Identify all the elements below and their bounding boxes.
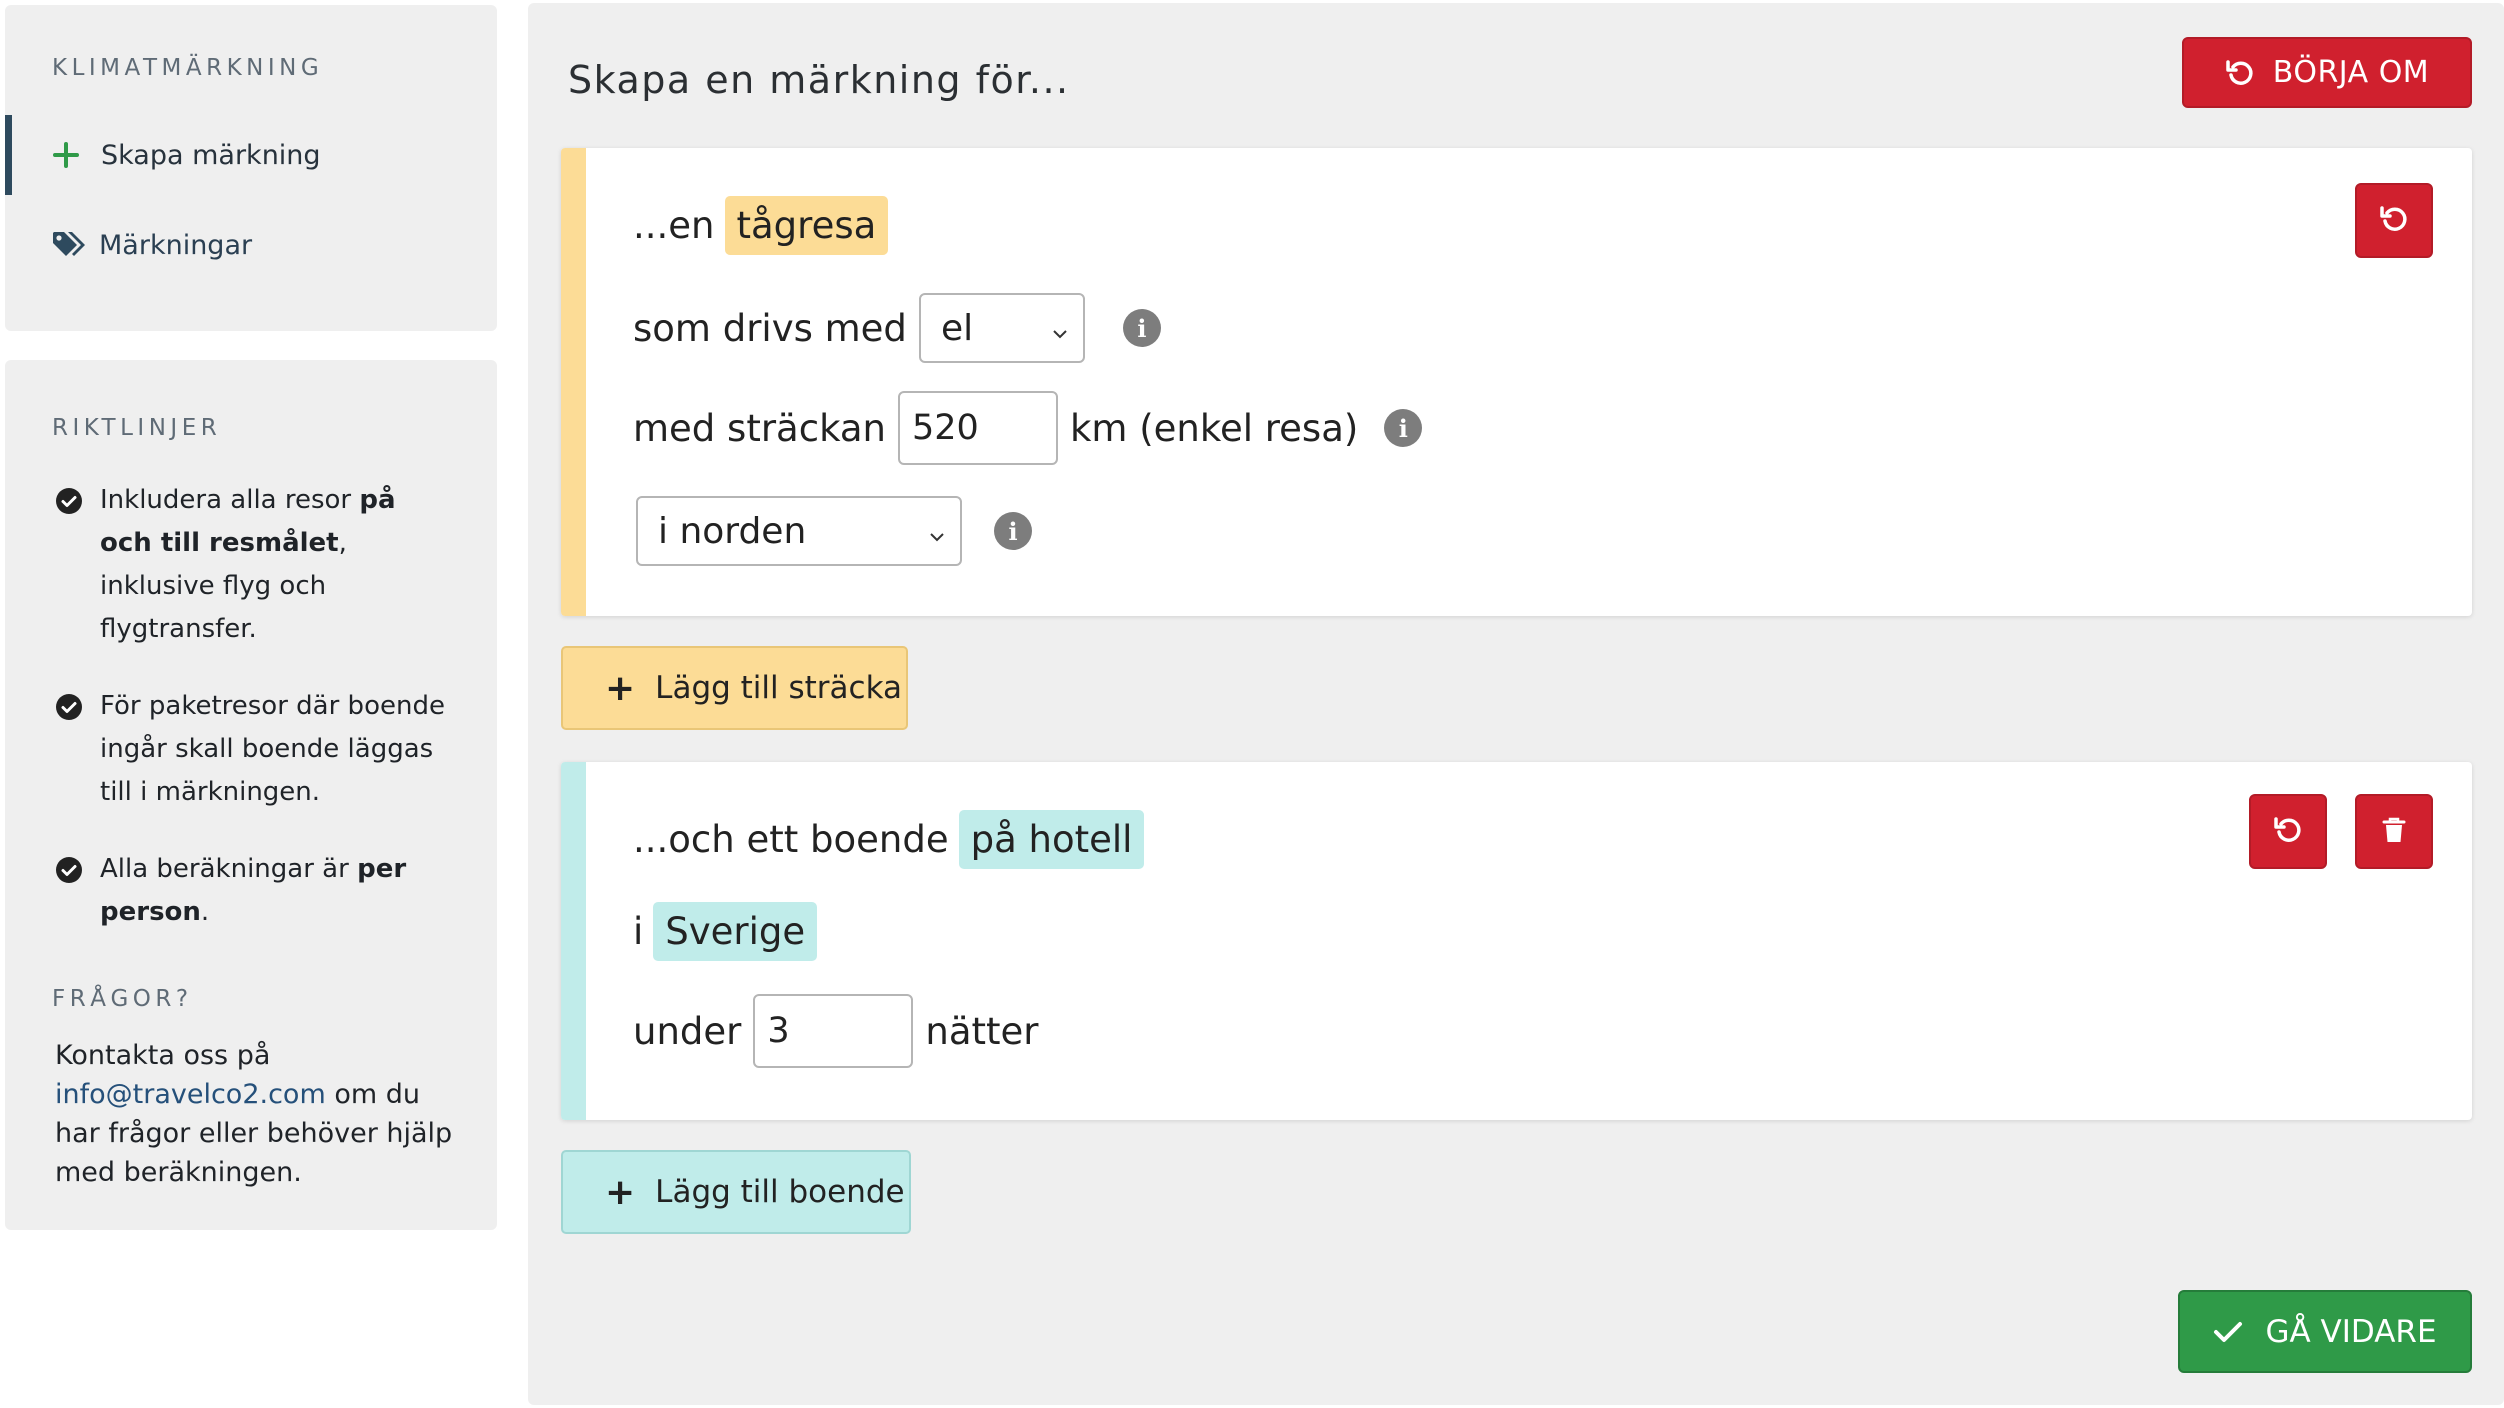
accommodation-card: ...och ett boende på hotell i Sverige un… bbox=[561, 762, 2472, 1120]
page-title: Skapa en märkning för... bbox=[568, 58, 1070, 102]
nights-unit: nätter bbox=[925, 1009, 1039, 1053]
country-row: i Sverige bbox=[633, 902, 818, 961]
card-accent-bar bbox=[561, 148, 586, 616]
continue-label: GÅ VIDARE bbox=[2265, 1313, 2437, 1350]
nights-label: under bbox=[633, 1009, 742, 1053]
delete-stay-button[interactable] bbox=[2355, 794, 2433, 869]
guideline-text: Alla beräkningar är per person. bbox=[100, 854, 407, 927]
sidebar: KLIMATMÄRKNING Skapa märkning Märkningar… bbox=[5, 5, 497, 1230]
guideline-item: Inkludera alla resor på och till resmåle… bbox=[55, 479, 455, 651]
nav-item-label: Märkningar bbox=[99, 229, 253, 261]
plus-icon: + bbox=[605, 1171, 636, 1213]
check-circle-icon bbox=[55, 855, 83, 883]
distance-unit: km (enkel resa) bbox=[1069, 406, 1359, 450]
trip-type-row: ...en tågresa bbox=[633, 196, 889, 255]
stay-type-tag[interactable]: på hotell bbox=[958, 810, 1145, 869]
undo-icon bbox=[2225, 58, 2255, 88]
country-prefix: i bbox=[633, 910, 644, 953]
nav-item-create-label[interactable]: Skapa märkning bbox=[5, 115, 497, 195]
add-leg-button[interactable]: + Lägg till sträcka bbox=[561, 646, 908, 730]
card-accent-bar bbox=[561, 762, 586, 1120]
questions-title: FRÅGOR? bbox=[52, 986, 193, 1012]
fuel-row: som drivs med el i bbox=[633, 293, 1161, 363]
region-row: i norden i bbox=[636, 496, 1032, 566]
distance-input[interactable]: 520 bbox=[897, 391, 1058, 465]
trip-type-tag[interactable]: tågresa bbox=[724, 196, 889, 255]
distance-row: med sträckan 520 km (enkel resa) i bbox=[633, 391, 1423, 465]
country-tag[interactable]: Sverige bbox=[653, 902, 818, 961]
region-value: i norden bbox=[658, 510, 807, 552]
guideline-item: För paketresor där boende ingår skall bo… bbox=[55, 685, 455, 814]
fuel-select[interactable]: el bbox=[918, 293, 1085, 363]
check-circle-icon bbox=[55, 692, 83, 720]
add-stay-button[interactable]: + Lägg till boende bbox=[561, 1150, 911, 1234]
trash-icon bbox=[2382, 816, 2406, 848]
chevron-down-icon bbox=[928, 511, 946, 552]
train-trip-card: ...en tågresa som drivs med el i med str… bbox=[561, 148, 2472, 616]
nav-panel: KLIMATMÄRKNING Skapa märkning Märkningar bbox=[5, 5, 497, 331]
stay-intro: ...och ett boende bbox=[633, 818, 949, 861]
nav-item-label: Skapa märkning bbox=[101, 139, 321, 171]
guidelines-title: RIKTLINJER bbox=[52, 415, 222, 441]
restart-label: BÖRJA OM bbox=[2272, 55, 2430, 90]
nights-row: under 3 nätter bbox=[633, 994, 1039, 1068]
guideline-text: För paketresor där boende ingår skall bo… bbox=[100, 691, 445, 807]
trip-intro: ...en bbox=[633, 204, 715, 247]
guideline-item: Alla beräkningar är per person. bbox=[55, 848, 455, 934]
info-icon[interactable]: i bbox=[1122, 309, 1161, 347]
undo-icon bbox=[2379, 204, 2409, 238]
add-stay-label: Lägg till boende bbox=[655, 1174, 905, 1210]
info-icon[interactable]: i bbox=[1384, 409, 1423, 447]
reset-trip-button[interactable] bbox=[2355, 183, 2433, 258]
nav-item-labels[interactable]: Märkningar bbox=[5, 205, 497, 285]
add-leg-label: Lägg till sträcka bbox=[655, 670, 902, 706]
plus-icon: + bbox=[605, 667, 636, 709]
check-icon bbox=[2213, 1320, 2243, 1344]
main-panel: Skapa en märkning för... BÖRJA OM ...en … bbox=[528, 3, 2504, 1405]
distance-label: med sträckan bbox=[633, 406, 886, 450]
region-select[interactable]: i norden bbox=[636, 496, 962, 566]
check-circle-icon bbox=[55, 486, 83, 514]
brand-title: KLIMATMÄRKNING bbox=[52, 55, 324, 81]
info-icon[interactable]: i bbox=[994, 512, 1032, 550]
guidelines-panel: RIKTLINJER Inkludera alla resor på och t… bbox=[5, 360, 497, 1230]
fuel-label: som drivs med bbox=[633, 306, 907, 350]
guideline-text: Inkludera alla resor på och till resmåle… bbox=[100, 485, 396, 644]
tags-icon bbox=[51, 230, 89, 260]
undo-icon bbox=[2273, 815, 2303, 849]
stay-type-row: ...och ett boende på hotell bbox=[633, 810, 1145, 869]
nights-input[interactable]: 3 bbox=[753, 994, 914, 1068]
reset-stay-button[interactable] bbox=[2249, 794, 2327, 869]
contact-text: Kontakta oss på info@travelco2.com om du… bbox=[55, 1040, 453, 1188]
continue-button[interactable]: GÅ VIDARE bbox=[2178, 1290, 2472, 1373]
restart-button[interactable]: BÖRJA OM bbox=[2182, 37, 2472, 108]
plus-icon bbox=[53, 142, 91, 168]
contact-email-link[interactable]: info@travelco2.com bbox=[55, 1079, 326, 1110]
chevron-down-icon bbox=[1051, 308, 1069, 349]
fuel-value: el bbox=[940, 307, 974, 349]
